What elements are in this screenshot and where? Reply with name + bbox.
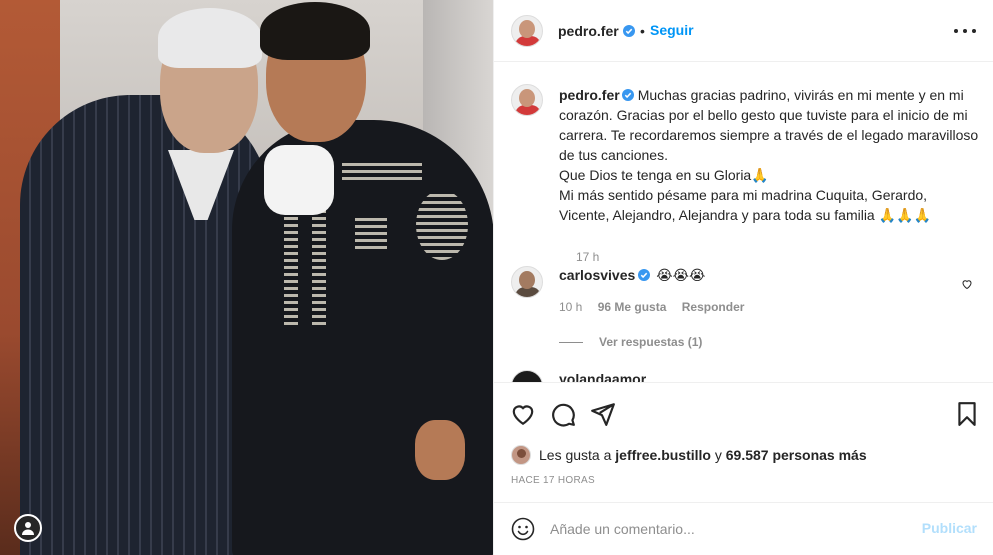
photo-person-right-hair bbox=[260, 2, 370, 60]
tagged-users-button[interactable] bbox=[14, 514, 42, 542]
verified-badge-icon bbox=[621, 89, 634, 101]
like-button[interactable] bbox=[510, 401, 536, 427]
likes-summary: Les gusta a jeffree.bustillo y 69.587 pe… bbox=[511, 445, 867, 465]
post-header: pedro.fer • Seguir bbox=[494, 0, 993, 62]
publish-button[interactable]: Publicar bbox=[922, 520, 977, 536]
comments-list[interactable]: pedro.fer Muchas gracias padrino, vivirás… bbox=[494, 62, 993, 382]
paper-plane-icon bbox=[591, 403, 615, 426]
verified-badge-icon bbox=[638, 269, 651, 281]
commenter-avatar[interactable] bbox=[511, 266, 543, 298]
comment-like-heart-icon[interactable] bbox=[961, 278, 973, 290]
verified-badge-icon bbox=[623, 25, 635, 37]
view-replies-button[interactable]: Ver respuestas (1) bbox=[559, 335, 702, 349]
bookmark-icon bbox=[958, 402, 976, 426]
comment-likes[interactable]: 96 Me gusta bbox=[598, 300, 667, 314]
post-photo[interactable] bbox=[0, 0, 493, 555]
photo-person-left-hair bbox=[158, 8, 262, 68]
reply-button[interactable]: Responder bbox=[682, 300, 745, 314]
user-icon bbox=[22, 522, 34, 535]
photo-embroidery bbox=[342, 160, 422, 180]
likes-prefix: Les gusta a bbox=[539, 447, 612, 463]
caption-timestamp[interactable]: 17 h bbox=[576, 250, 599, 264]
commenter-username[interactable]: yolandaamor bbox=[559, 371, 646, 382]
caption-text: pedro.fer Muchas gracias padrino, vivirás… bbox=[559, 85, 979, 225]
heart-icon bbox=[512, 405, 534, 426]
comment-meta: 10 h 96 Me gusta Responder bbox=[559, 300, 744, 314]
follow-button[interactable]: Seguir bbox=[650, 22, 694, 38]
photo-embroidery bbox=[284, 205, 298, 325]
comment-time[interactable]: 10 h bbox=[559, 300, 582, 314]
caption-username[interactable]: pedro.fer bbox=[559, 87, 620, 103]
post-time-ago[interactable]: HACE 17 HORAS bbox=[511, 475, 595, 486]
author-avatar[interactable] bbox=[511, 15, 543, 47]
photo-bow-tie bbox=[264, 145, 334, 215]
save-button[interactable] bbox=[954, 401, 980, 427]
comment-bubble-icon bbox=[552, 403, 575, 427]
photo-embroidery bbox=[355, 215, 387, 249]
commenter-avatar[interactable] bbox=[511, 370, 543, 382]
author-username[interactable]: pedro.fer bbox=[558, 23, 619, 39]
post-actions: Les gusta a jeffree.bustillo y 69.587 pe… bbox=[494, 382, 993, 502]
likes-and: y bbox=[714, 447, 722, 463]
comment-line: carlosvives 😭😭😭 bbox=[559, 267, 705, 284]
comment-line: yolandaamor🖤😢 bbox=[559, 371, 646, 382]
photo-hand bbox=[415, 420, 465, 480]
post-side-panel: pedro.fer • Seguir pedro.fer Muchas graci… bbox=[493, 0, 993, 555]
share-button[interactable] bbox=[590, 401, 616, 427]
caption-line-2: Que Dios te tenga en su Gloria🙏 bbox=[559, 167, 769, 183]
view-replies-label: Ver respuestas (1) bbox=[599, 335, 703, 349]
caption-line-3: Mi más sentido pésame para mi madrina Cu… bbox=[559, 187, 931, 223]
caption-author-avatar[interactable] bbox=[511, 84, 543, 116]
comment-input[interactable] bbox=[550, 517, 900, 541]
emoji-icon[interactable] bbox=[511, 517, 535, 541]
likes-count-link[interactable]: 69.587 personas más bbox=[726, 447, 867, 463]
replies-divider bbox=[559, 342, 583, 343]
liker-username[interactable]: jeffree.bustillo bbox=[615, 447, 711, 463]
comment-button[interactable] bbox=[550, 401, 576, 427]
instagram-post: pedro.fer • Seguir pedro.fer Muchas graci… bbox=[0, 0, 993, 555]
photo-embroidery bbox=[416, 190, 468, 260]
separator: • bbox=[640, 23, 645, 39]
photo-embroidery bbox=[312, 205, 326, 325]
liker-avatar[interactable] bbox=[511, 445, 531, 465]
more-options-icon[interactable] bbox=[954, 22, 976, 40]
commenter-username[interactable]: carlosvives bbox=[559, 267, 635, 283]
comment-text: 😭😭😭 bbox=[656, 267, 706, 283]
add-comment-bar: Publicar bbox=[494, 502, 993, 555]
